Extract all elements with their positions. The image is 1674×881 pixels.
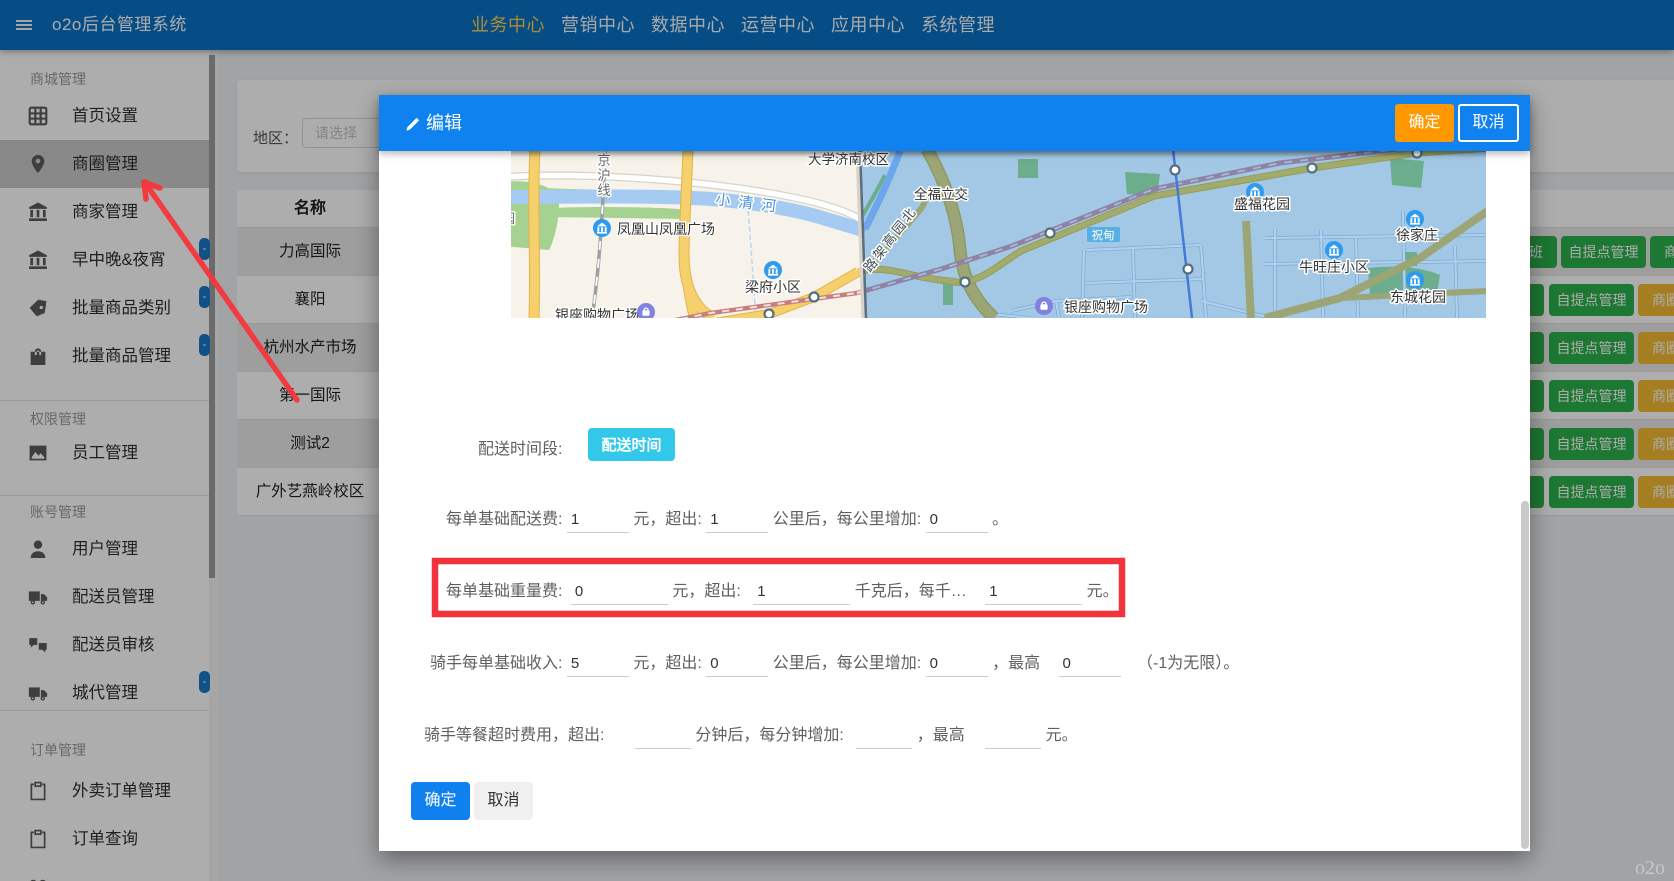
map-label-liangfu: 梁府小区 <box>745 279 801 295</box>
rider-income-input-3[interactable] <box>926 653 988 677</box>
modal-confirm-button[interactable]: 确定 <box>1395 104 1454 142</box>
rider-wait-input-1[interactable] <box>635 725 691 749</box>
base-fee-text-2: 公里后，每公里增加: <box>773 511 921 528</box>
rider-income-label: 骑手每单基础收入: <box>430 655 562 672</box>
rider-income-text-3: ，最高 <box>992 655 1040 672</box>
map-label-park: 园 <box>511 211 515 226</box>
rider-wait-text-1: 分钟后，每分钟增加: <box>695 727 843 744</box>
map-label-yinzuo-left: 银座购物广场 <box>555 307 639 318</box>
map-label-rail: 沪 <box>597 168 611 183</box>
rider-income-text-4: （-1为无限）。 <box>1137 655 1239 672</box>
base-fee-input-3[interactable] <box>926 509 988 533</box>
rider-wait-text-2: ，最高 <box>917 727 965 744</box>
delivery-time-button[interactable]: 配送时间 <box>588 428 675 461</box>
base-fee-text-3: 。 <box>992 511 1008 528</box>
map-label-xujiazhuang: 徐家庄 <box>1396 227 1438 243</box>
watermark: o2o <box>1635 857 1665 880</box>
delivery-time-label: 配送时间段: <box>478 441 562 458</box>
modal-scrollbar-thumb[interactable] <box>1521 501 1529 849</box>
form-cancel-button[interactable]: 取消 <box>474 782 533 820</box>
map[interactable]: 祝甸京沪线园小清河大学济南校区全福立交北园高架路凤凰山凤凰广场梁府小区银座购物广… <box>511 151 1486 318</box>
rider-income-input-4[interactable] <box>1059 653 1121 677</box>
weight-fee-row: 每单基础重量费: 元，超出: 千克后，每千… 元。 <box>446 577 1119 605</box>
map-label-shengfu: 盛福花园 <box>1234 196 1290 212</box>
rider-wait-label: 骑手等餐超时费用，超出: <box>424 727 604 744</box>
weight-fee-text-1: 元，超出: <box>672 583 740 600</box>
map-label-yinzuo-right: 银座购物广场 <box>1064 299 1148 315</box>
rider-wait-text-3: 元。 <box>1046 727 1078 744</box>
rider-income-text-2: 公里后，每公里增加: <box>773 655 921 672</box>
base-fee-label: 每单基础配送费: <box>446 511 562 528</box>
modal-cancel-button[interactable]: 取消 <box>1458 104 1519 142</box>
weight-fee-label: 每单基础重量费: <box>446 583 562 600</box>
map-label-dongcheng: 东城花园 <box>1390 289 1446 305</box>
rider-wait-input-2[interactable] <box>856 725 912 749</box>
map-label-niuwang: 牛旺庄小区 <box>1299 259 1369 275</box>
edit-modal: 编辑 确定 取消 祝甸京沪线园小清河大学济南校区全福立交北园高架路凤凰山凤凰广场… <box>379 95 1530 851</box>
rider-income-input-1[interactable] <box>567 653 629 677</box>
modal-title: 编辑 <box>426 95 462 151</box>
base-fee-input-2[interactable] <box>706 509 768 533</box>
modal-body: 祝甸京沪线园小清河大学济南校区全福立交北园高架路凤凰山凤凰广场梁府小区银座购物广… <box>379 151 1530 851</box>
form-confirm-button[interactable]: 确定 <box>411 782 470 820</box>
base-fee-row: 每单基础配送费: 元，超出: 公里后，每公里增加: 。 <box>446 505 1008 533</box>
base-fee-text-1: 元，超出: <box>633 511 701 528</box>
delivery-time-row: 配送时间段: 配送时间 <box>478 435 562 459</box>
map-label-rail: 线 <box>597 183 611 198</box>
weight-fee-input-1[interactable] <box>571 581 668 605</box>
rider-income-row: 骑手每单基础收入: 元，超出: 公里后，每公里增加: ，最高 （-1为无限）。 <box>430 649 1239 677</box>
weight-fee-input-3[interactable] <box>985 581 1082 605</box>
weight-fee-text-3: 元。 <box>1087 583 1119 600</box>
modal-header: 编辑 确定 取消 <box>379 95 1530 151</box>
map-label-zhudian: 祝甸 <box>1092 228 1115 242</box>
base-fee-input-1[interactable] <box>567 509 629 533</box>
rider-income-input-2[interactable] <box>706 653 768 677</box>
pencil-icon <box>405 117 420 132</box>
weight-fee-text-2: 千克后，每千… <box>855 583 967 600</box>
rider-wait-input-3[interactable] <box>985 725 1041 749</box>
map-label-quanfu: 全福立交 <box>914 186 968 202</box>
map-label-fenghuang: 凤凰山凤凰广场 <box>617 221 715 237</box>
rider-wait-row: 骑手等餐超时费用，超出: 分钟后，每分钟增加: ，最高 元。 <box>424 721 1078 749</box>
weight-fee-input-2[interactable] <box>753 581 850 605</box>
rider-income-text-1: 元，超出: <box>633 655 701 672</box>
